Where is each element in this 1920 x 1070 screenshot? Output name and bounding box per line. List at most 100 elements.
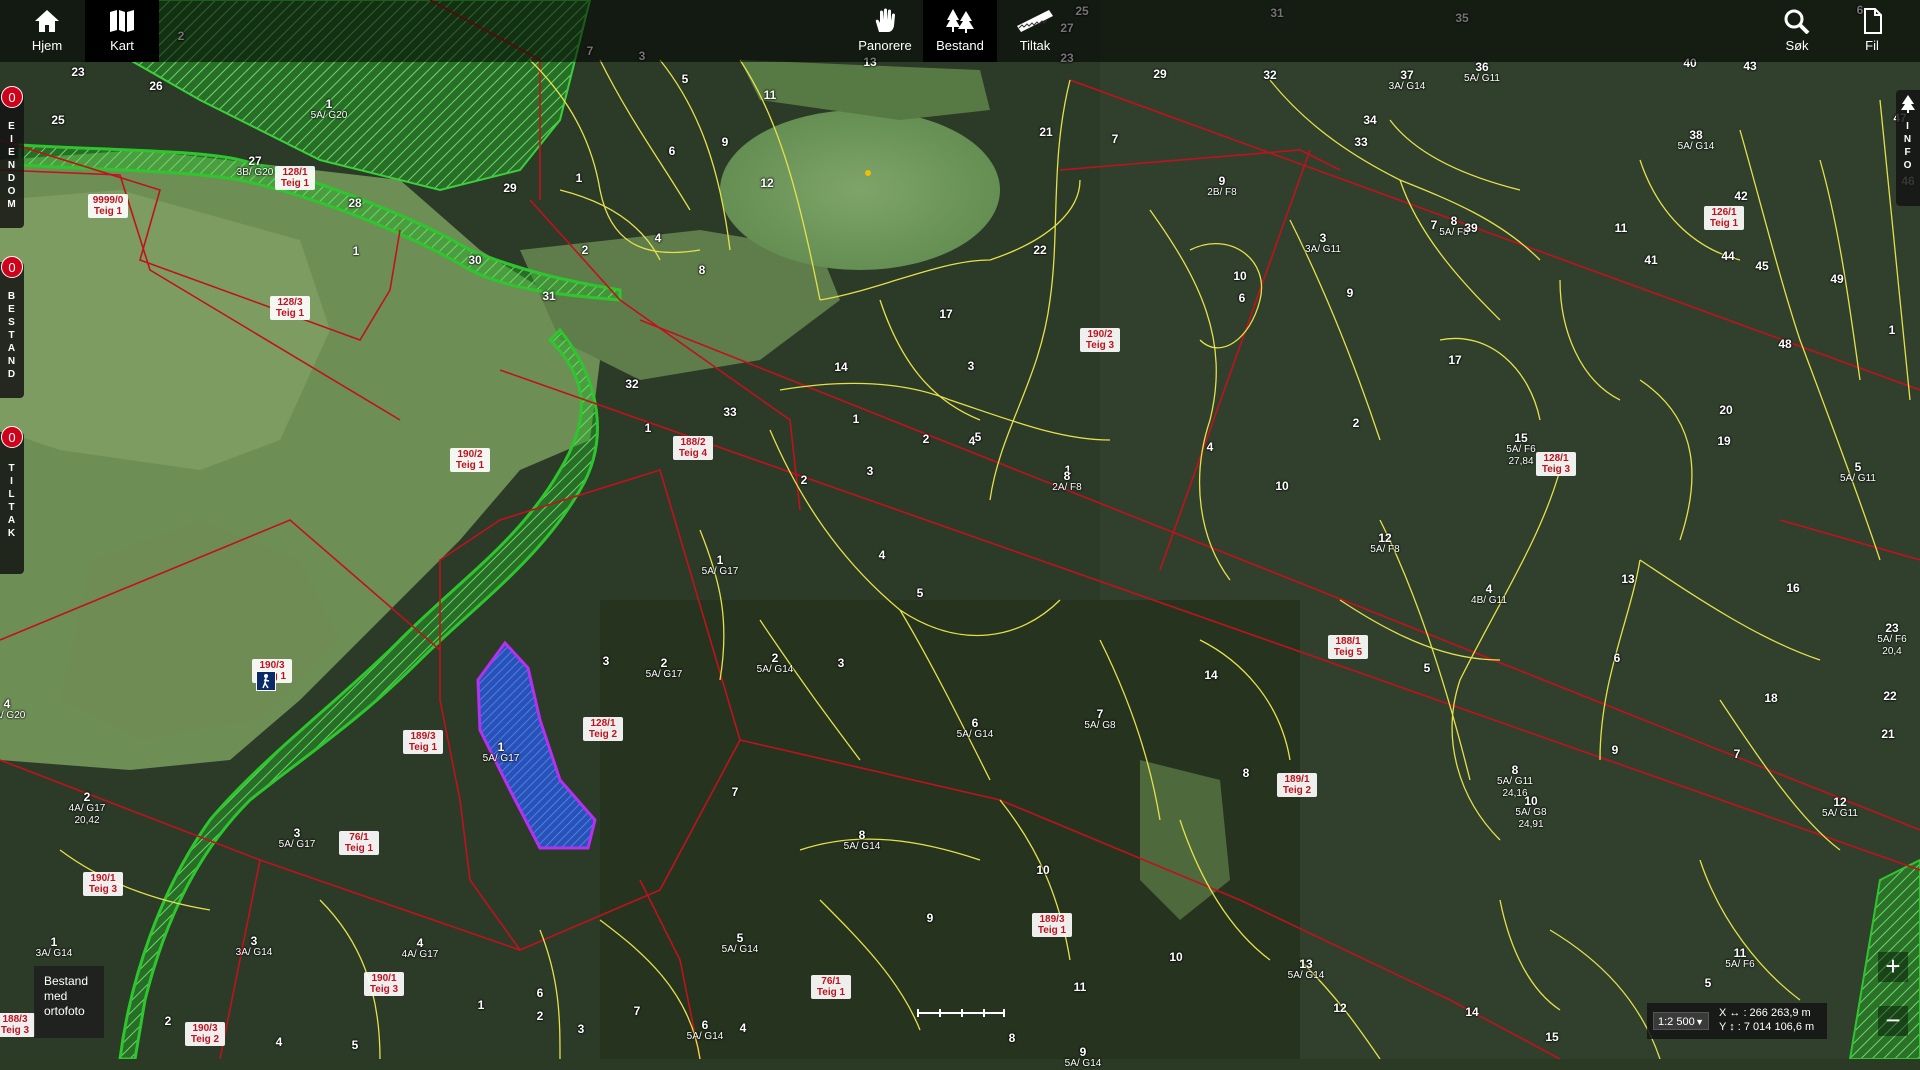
stand-label[interactable]: 1 xyxy=(830,413,882,425)
stand-label[interactable]: 26 xyxy=(130,80,182,92)
stand-label[interactable]: 14 xyxy=(1446,1006,1498,1018)
stand-panel-tab[interactable]: 0 BESTAND xyxy=(0,256,24,398)
parcel-label[interactable]: 76/1 Teig 1 xyxy=(811,975,851,999)
parcel-label[interactable]: 188/2 Teig 4 xyxy=(673,436,713,460)
stand-label[interactable]: 12 xyxy=(1314,1002,1366,1014)
parcel-label[interactable]: 189/3 Teig 1 xyxy=(1032,913,1072,937)
zoom-in-button[interactable]: + xyxy=(1878,952,1908,982)
scale-select[interactable]: 1:2 500 ▼ xyxy=(1653,1012,1709,1030)
stand-label[interactable]: 39 xyxy=(1445,222,1497,234)
stand-label[interactable]: 32 xyxy=(606,378,658,390)
stand-label[interactable]: 7 xyxy=(1089,133,1141,145)
stand-label[interactable]: 8 xyxy=(676,264,728,276)
parcel-label[interactable]: 190/1 Teig 3 xyxy=(83,872,123,896)
stand-label[interactable]: 36 5A/ G11 xyxy=(1456,61,1508,85)
stand-label[interactable]: 12 5A/ G11 xyxy=(1814,796,1866,820)
stand-label[interactable]: 6 xyxy=(646,145,698,157)
stand-label[interactable]: 21 xyxy=(1020,126,1072,138)
stand-label[interactable]: 7 xyxy=(1711,748,1763,760)
stand-label[interactable]: 49 xyxy=(1811,273,1863,285)
stand-label[interactable]: 16 xyxy=(1767,582,1819,594)
stand-label[interactable]: 2 xyxy=(559,244,611,256)
stand-label[interactable]: 30 xyxy=(449,254,501,266)
map-canvas[interactable]: 9999/0 Teig 1 128/3 Teig 1 190/2 Teig 1 188/2 T… xyxy=(0,0,1920,1069)
stand-label[interactable]: 9 xyxy=(699,136,751,148)
stand-label[interactable]: 1 5A/ G17 xyxy=(475,741,527,765)
stand-label[interactable]: 12 xyxy=(741,177,793,189)
parcel-label[interactable]: 190/2 Teig 3 xyxy=(1080,328,1120,352)
stand-label[interactable]: 13 xyxy=(1602,573,1654,585)
stand-label[interactable]: 11 xyxy=(1054,981,1106,993)
stand-label[interactable]: 9 xyxy=(1589,744,1641,756)
stand-label[interactable]: 5 xyxy=(952,431,1004,443)
stand-label[interactable]: 29 xyxy=(484,182,536,194)
stand-label[interactable]: 8 5A/ G14 xyxy=(836,829,888,853)
stand-label[interactable]: 1 xyxy=(330,245,382,257)
stand-label[interactable]: 9 xyxy=(1324,287,1376,299)
stand-label[interactable]: 2 xyxy=(1330,417,1382,429)
stand-label[interactable]: 2 xyxy=(900,433,952,445)
stand-label[interactable]: 11 xyxy=(744,89,796,101)
stand-label[interactable]: 8 2A/ F8 xyxy=(1041,470,1093,494)
stand-label[interactable]: 19 xyxy=(1698,435,1750,447)
stand-label[interactable]: 1 xyxy=(455,999,507,1011)
stand-label[interactable]: 2 5A/ G14 xyxy=(749,652,801,676)
stand-label[interactable]: 3 xyxy=(580,655,632,667)
stand-label[interactable]: 17 xyxy=(1429,354,1481,366)
stand-label[interactable]: 31 xyxy=(523,290,575,302)
stand-label[interactable]: 23 xyxy=(52,66,104,78)
stand-label[interactable]: 2 xyxy=(778,474,830,486)
stand-label[interactable]: 8 xyxy=(986,1032,1038,1044)
stand-label[interactable]: 14 xyxy=(1185,669,1237,681)
stand-label[interactable]: 11 5A/ F6 xyxy=(1714,947,1766,971)
zoom-out-button[interactable]: − xyxy=(1878,1006,1908,1036)
stand-label[interactable]: 5 xyxy=(894,587,946,599)
stand-label[interactable]: 3 xyxy=(555,1023,607,1035)
stand-label[interactable]: 5 xyxy=(329,1039,381,1051)
stand-label[interactable]: 9 xyxy=(904,912,956,924)
home-button[interactable]: Hjem xyxy=(10,0,84,62)
stand-label[interactable]: 6 xyxy=(514,987,566,999)
stand-label[interactable]: 37 3A/ G14 xyxy=(1381,69,1433,93)
stand-label[interactable]: 4 xyxy=(632,232,684,244)
stand-label[interactable]: 4 4B/ G11 xyxy=(1463,583,1515,607)
stand-label[interactable]: 4 4A/ G17 xyxy=(394,937,446,961)
parcel-label[interactable]: 190/1 Teig 3 xyxy=(364,972,404,996)
stand-label[interactable]: 1 xyxy=(622,422,674,434)
stand-label[interactable]: 5 xyxy=(1401,662,1453,674)
stand-label[interactable]: 10 5A/ G8 24,91 xyxy=(1505,795,1557,831)
stand-label[interactable]: 3 xyxy=(945,360,997,372)
stand-label[interactable]: 5 5A/ G14 xyxy=(714,932,766,956)
stand-label[interactable]: 5 5A/ G11 xyxy=(1832,461,1884,485)
layer-toggle[interactable]: Bestand med ortofoto xyxy=(34,966,104,1038)
stand-label[interactable]: 7 5A/ G8 xyxy=(1074,708,1126,732)
stand-label[interactable]: 3 5A/ G17 xyxy=(271,827,323,851)
stand-label[interactable]: 22 xyxy=(1864,690,1916,702)
parcel-label[interactable]: 189/1 Teig 2 xyxy=(1277,773,1317,797)
search-button[interactable]: Søk xyxy=(1760,0,1834,62)
stand-label[interactable]: 3 xyxy=(815,657,867,669)
stand-label[interactable]: 7 xyxy=(611,1005,663,1017)
stand-label[interactable]: 3 3A/ G14 xyxy=(228,935,280,959)
stand-label[interactable]: 4 xyxy=(1184,441,1236,453)
stand-label[interactable]: 20 xyxy=(1700,404,1752,416)
parcel-label[interactable]: 188/1 Teig 5 xyxy=(1328,635,1368,659)
measures-panel-tab[interactable]: 0 TILTAK xyxy=(0,426,24,574)
stand-button[interactable]: Bestand xyxy=(923,0,997,62)
stand-label[interactable]: 32 xyxy=(1244,69,1296,81)
parcel-label[interactable]: 9999/0 Teig 1 xyxy=(88,194,128,218)
stand-label[interactable]: 17 xyxy=(920,308,972,320)
stand-label[interactable]: 2 5A/ G17 xyxy=(638,657,690,681)
stand-label[interactable]: 23 5A/ F6 20,4 xyxy=(1866,622,1918,658)
stand-label[interactable]: 15 xyxy=(1526,1031,1578,1043)
stand-label[interactable]: 1 5A/ G17 xyxy=(694,554,746,578)
stand-label[interactable]: 27 3B/ G20 xyxy=(229,155,281,179)
stand-label[interactable]: 25 xyxy=(32,114,84,126)
stand-label[interactable]: 10 xyxy=(1017,864,1069,876)
stand-label[interactable]: 9 2B/ F8 xyxy=(1196,175,1248,199)
parcel-label[interactable]: 128/3 Teig 1 xyxy=(270,296,310,320)
stand-label[interactable]: 7 xyxy=(709,786,761,798)
stand-label[interactable]: 13 5A/ G14 xyxy=(1280,958,1332,982)
stand-label[interactable]: 2 xyxy=(514,1010,566,1022)
stand-label[interactable]: 10 xyxy=(1150,951,1202,963)
